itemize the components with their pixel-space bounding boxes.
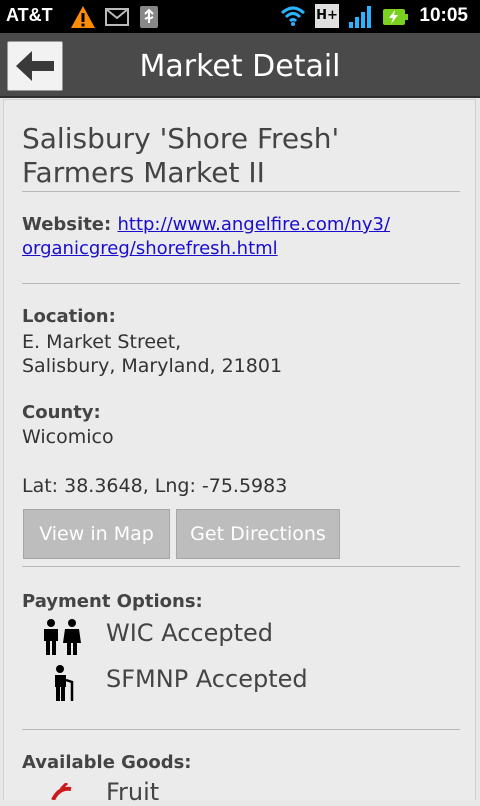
available-goods-label: Available Goods:: [22, 752, 192, 773]
address: E. Market Street, Salisbury, Maryland, 2…: [22, 331, 283, 377]
senior-icon: [55, 665, 74, 701]
signal-icon: [349, 6, 371, 28]
title-bar: Market Detail: [0, 33, 480, 98]
carrier-name: AT&T: [6, 5, 53, 25]
website-label: Website:: [22, 214, 112, 235]
wifi-icon: [280, 6, 306, 26]
website-row-2: organicgreg/shorefresh.html: [22, 238, 278, 259]
clock: 10:05: [419, 5, 468, 26]
divider: [22, 283, 460, 284]
usb-icon: [140, 6, 158, 28]
divider: [22, 191, 460, 192]
website-row: Website: http://www.angelfire.com/ny3/: [22, 214, 390, 235]
page-title: Market Detail: [139, 49, 341, 84]
divider: [22, 566, 460, 567]
county-value: Wicomico: [22, 426, 114, 448]
battery-charging-icon: [383, 9, 408, 25]
coordinates: Lat: 38.3648, Lng: -75.5983: [22, 475, 288, 497]
county-label: County:: [22, 402, 101, 423]
hplus-icon: H+: [315, 4, 339, 28]
wic-family-icon: [44, 619, 81, 655]
status-bar: AT&T H+ 10:05: [0, 0, 480, 33]
market-name: Salisbury 'Shore Fresh' Farmers Market I…: [22, 122, 340, 189]
view-in-map-button[interactable]: View in Map: [23, 509, 170, 559]
divider: [22, 729, 460, 730]
location-label: Location:: [22, 306, 116, 327]
payment-options-label: Payment Options:: [22, 591, 203, 612]
fruit-icon: [51, 783, 72, 800]
mail-icon: [105, 8, 129, 26]
website-link-continued[interactable]: organicgreg/shorefresh.html: [22, 238, 278, 259]
get-directions-button[interactable]: Get Directions: [176, 509, 340, 559]
goods-item-fruit: Fruit: [106, 778, 160, 806]
website-link[interactable]: http://www.angelfire.com/ny3/: [117, 214, 390, 235]
payment-option-sfmnp: SFMNP Accepted: [106, 665, 308, 693]
payment-option-wic: WIC Accepted: [106, 619, 273, 647]
warning-icon: [71, 6, 95, 28]
